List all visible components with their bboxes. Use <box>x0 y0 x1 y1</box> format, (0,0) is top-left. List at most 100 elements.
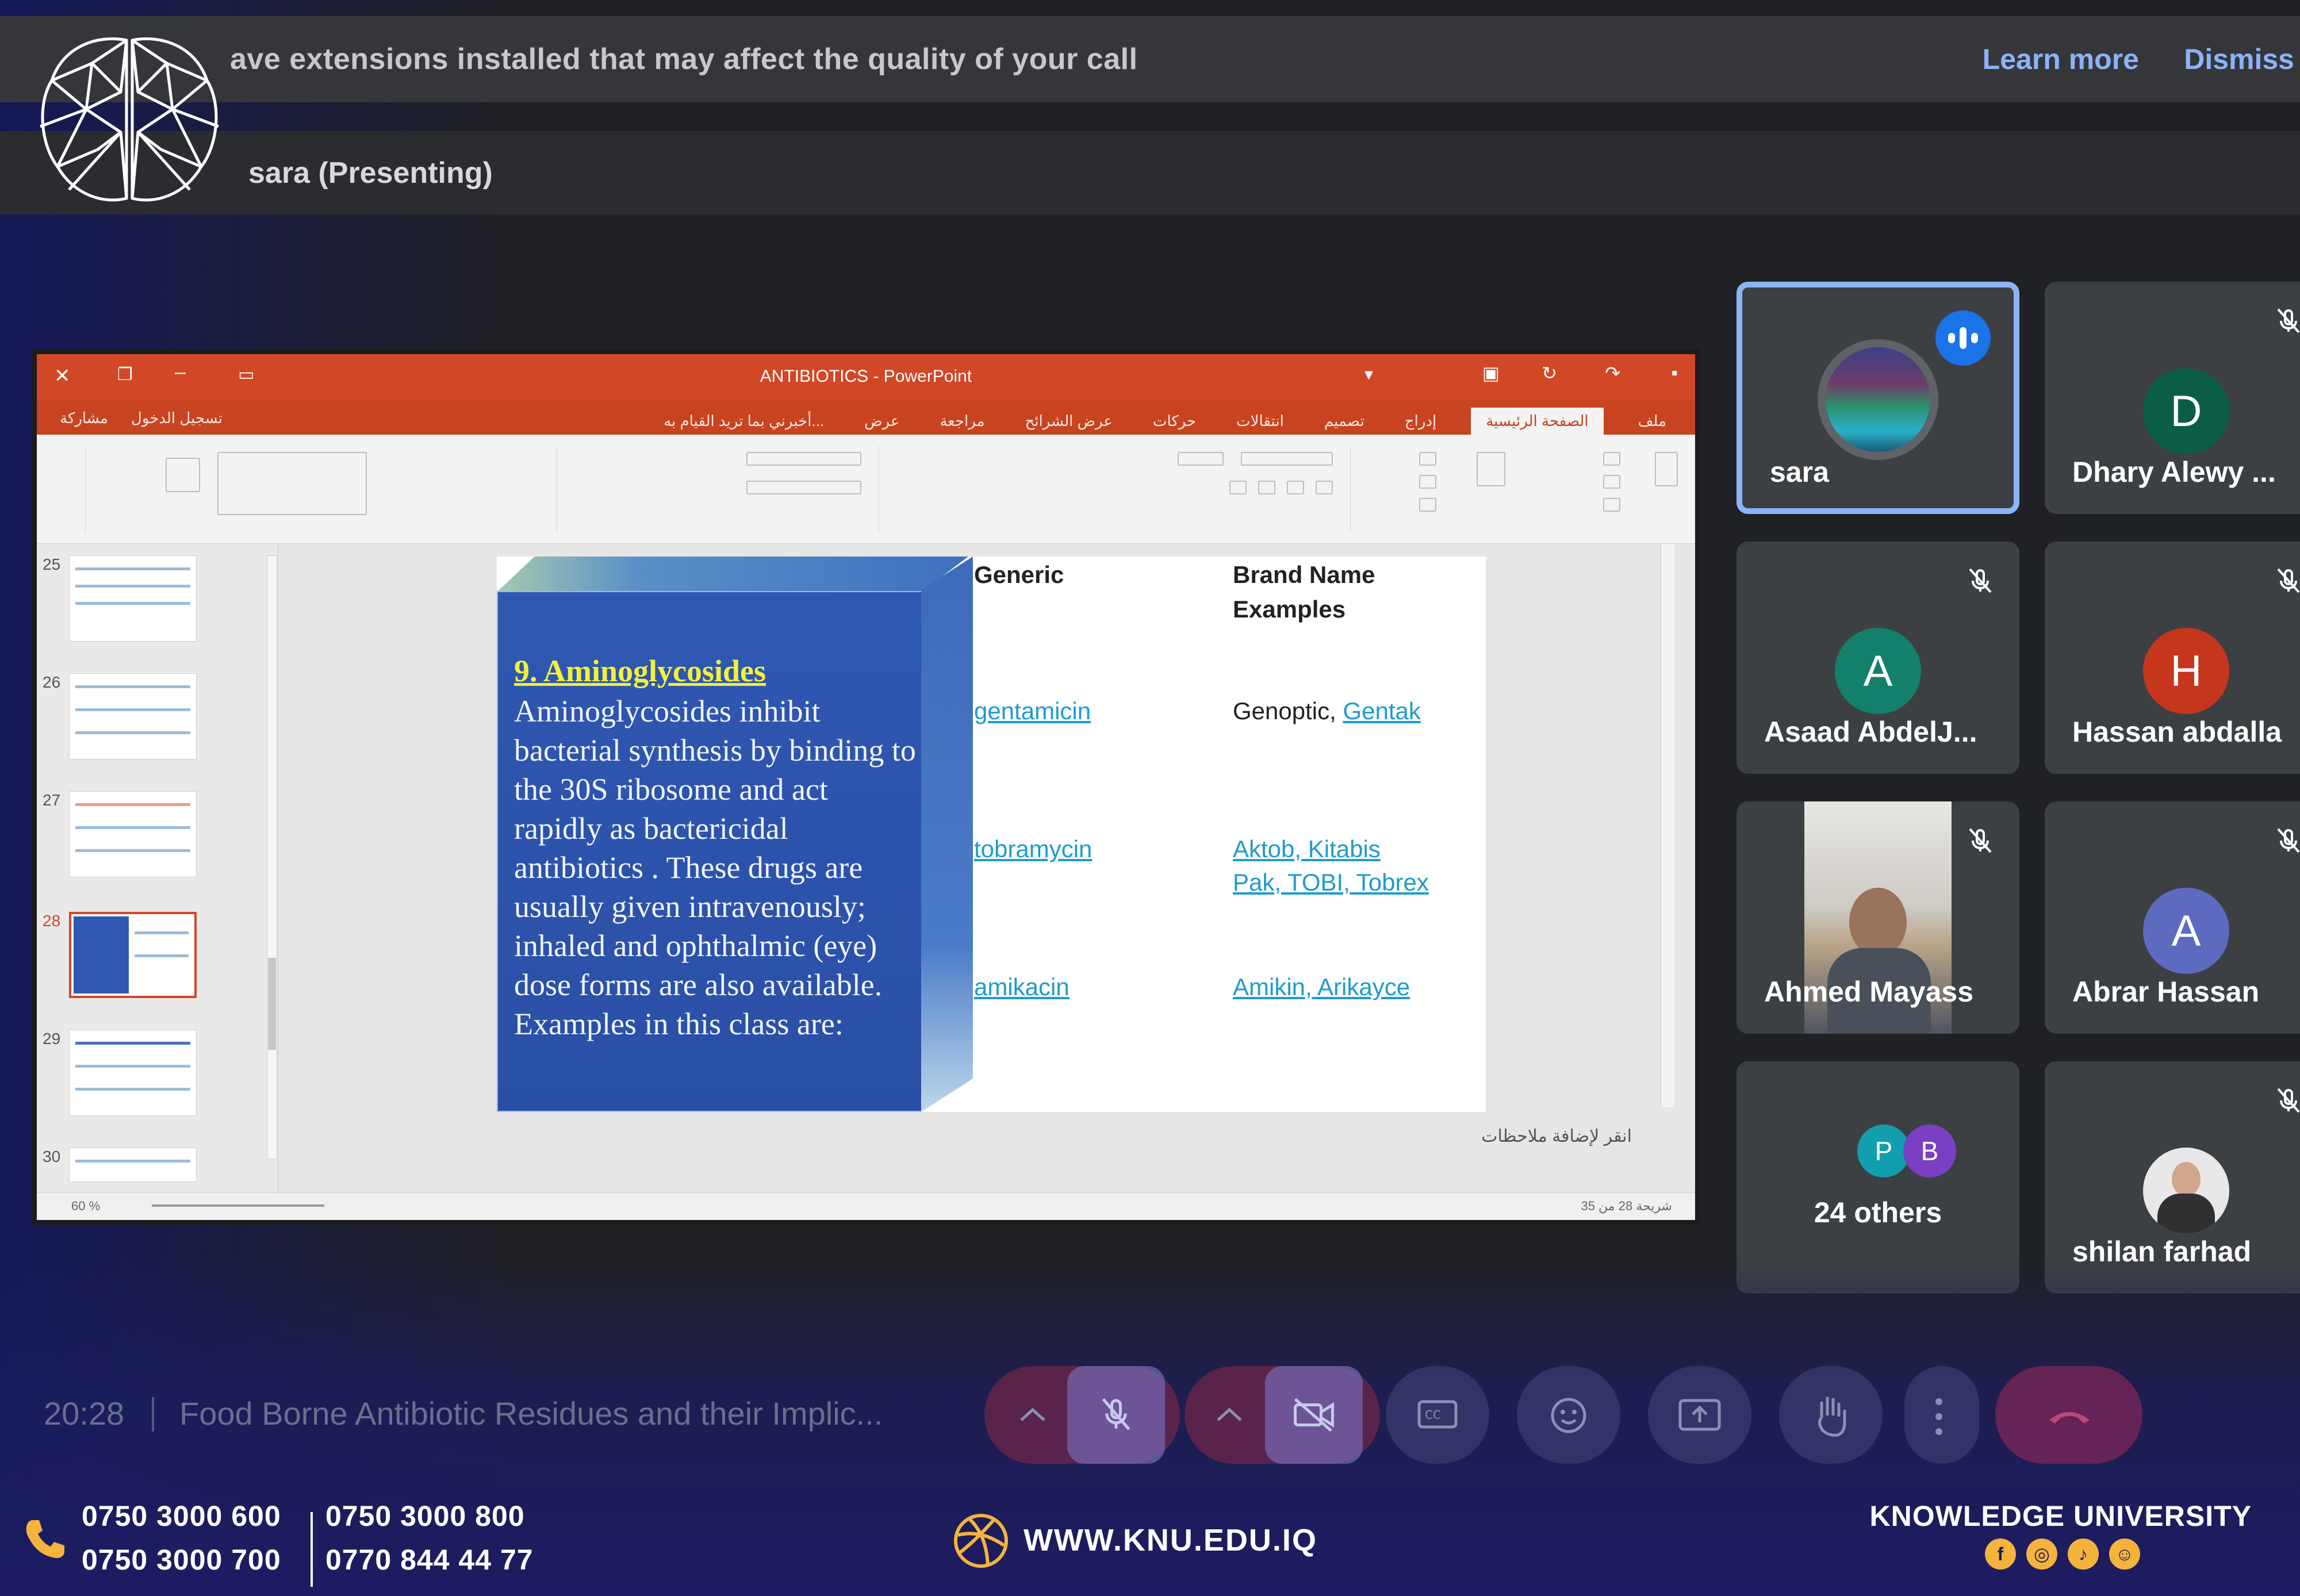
participant-tile-sara[interactable]: sara <box>1736 282 2019 514</box>
participant-tile-ahmed[interactable]: Ahmed Mayass <box>1736 801 2019 1034</box>
participant-name: Asaad AbdelJ... <box>1764 716 1977 748</box>
thumb-number: 29 <box>43 1030 61 1048</box>
mic-off-icon <box>2277 1088 2300 1113</box>
phone-number: 0750 3000 700 <box>82 1544 281 1576</box>
notes-placeholder[interactable]: انقر لإضافة ملاحظات <box>1481 1126 1632 1146</box>
participant-tile-shilan[interactable]: shilan farhad <box>2045 1061 2300 1294</box>
mic-off-icon <box>2277 308 2300 333</box>
col-header-brand-1: Brand Name <box>1233 561 1375 588</box>
tab-design[interactable]: تصميم <box>1318 408 1370 435</box>
paragraph-group <box>557 446 879 532</box>
qat-dropdown-icon[interactable]: ▾ <box>1364 365 1373 385</box>
cube-top-decoration <box>497 557 968 592</box>
thumb-number: 30 <box>43 1148 61 1165</box>
slide-counter: شريحة 28 من 35 <box>1581 1199 1672 1213</box>
avatar: P <box>1857 1125 1910 1177</box>
undo-icon[interactable]: ↷ <box>1605 362 1620 384</box>
brand-cell-row1: Genoptic, Gentak <box>1233 695 1421 728</box>
thumbnails-scroll-thumb[interactable] <box>268 958 276 1050</box>
zoom-slider[interactable] <box>152 1204 324 1207</box>
mic-off-icon <box>2277 828 2300 853</box>
slide-editing-area: 9. Aminoglycosides Aminoglycosides inhib… <box>278 544 1678 1192</box>
camera-off-icon <box>1294 1398 1334 1432</box>
extensions-warning-text: ave extensions installed that may affect… <box>230 43 1138 76</box>
dismiss-button[interactable]: Dismiss <box>2184 43 2294 76</box>
redo-icon[interactable]: ↻ <box>1542 362 1557 384</box>
others-count: 24 others <box>1814 1196 1942 1229</box>
tab-home[interactable]: الصفحة الرئيسية <box>1471 408 1604 435</box>
drawing-group <box>85 446 557 532</box>
participant-tile-abrar[interactable]: A Abrar Hassan <box>2045 801 2300 1034</box>
brand-row2-line1[interactable]: Aktob, Kitabis <box>1233 832 1381 866</box>
slide-thumbnail[interactable] <box>69 555 197 642</box>
slide-thumbnail-selected[interactable] <box>69 912 197 998</box>
avatar: A <box>2143 888 2229 974</box>
slide-thumbnail[interactable] <box>69 791 197 877</box>
hang-up-icon <box>2049 1412 2090 1424</box>
emoji-icon <box>1551 1398 1586 1433</box>
slide-thumbnail[interactable] <box>69 1148 197 1182</box>
zoom-level[interactable]: 60 % <box>71 1199 100 1214</box>
participant-name: sara <box>1770 456 1829 488</box>
tab-review[interactable]: مراجعة <box>934 408 990 435</box>
brand-plain-text: Genoptic, <box>1233 697 1343 724</box>
slideshow-icon[interactable]: ▣ <box>1482 362 1500 384</box>
meeting-separator <box>152 1397 154 1432</box>
tab-view[interactable]: عرض <box>858 408 905 435</box>
phone-number: 0750 3000 800 <box>325 1500 525 1532</box>
generic-tobramycin-link[interactable]: tobramycin <box>974 832 1092 866</box>
learn-more-link[interactable]: Learn more <box>1983 43 2139 76</box>
shared-powerpoint-window: ✕ ❐ – ▭ ANTIBIOTICS - PowerPoint ▾ ▣ ↻ ↷… <box>32 350 1700 1225</box>
extensions-warning-banner: ave extensions installed that may affect… <box>0 16 2300 102</box>
sign-in-link[interactable]: تسجيل الدخول <box>131 409 223 427</box>
mic-off-icon <box>1102 1398 1130 1430</box>
present-screen-icon <box>1678 1399 1721 1431</box>
facebook-icon[interactable]: f <box>1985 1539 2016 1570</box>
slide-thumbnail[interactable] <box>69 1030 197 1116</box>
share-button[interactable]: مشاركة <box>60 409 108 427</box>
participant-name: Ahmed Mayass <box>1764 976 1974 1008</box>
tab-slideshow[interactable]: عرض الشرائح <box>1019 408 1118 435</box>
tab-insert[interactable]: إدراج <box>1399 408 1442 435</box>
col-header-brand-2: Examples <box>1233 596 1346 623</box>
mic-off-icon <box>2277 568 2300 593</box>
tiktok-icon[interactable]: ♪ <box>2068 1539 2099 1570</box>
brand-row3-links[interactable]: Amikin, Arikayce <box>1233 970 1410 1004</box>
website-link[interactable]: WWW.KNU.EDU.IQ <box>1023 1522 1317 1558</box>
avatar: A <box>1835 628 1921 714</box>
university-name: KNOWLEDGE UNIVERSITY <box>1869 1500 2252 1532</box>
participant-tile-others[interactable]: P B 24 others <box>1736 1061 2019 1294</box>
participant-tile-asaad[interactable]: A Asaad AbdelJ... <box>1736 542 2019 774</box>
instagram-icon[interactable]: ◎ <box>2026 1539 2057 1570</box>
chevron-up-icon[interactable] <box>1017 1403 1049 1426</box>
avatar: D <box>2143 368 2229 454</box>
tell-me-box[interactable]: أخبرني بما تريد القيام به... <box>658 408 830 435</box>
ppt-status-bar: 60 % شريحة 28 من 35 <box>37 1192 1695 1220</box>
tab-file[interactable]: ملف <box>1632 408 1672 435</box>
slide-scrollbar[interactable] <box>1661 544 1674 1107</box>
participant-tile-hassan[interactable]: H Hassan abdalla <box>2045 542 2300 774</box>
thumbnails-scrollbar[interactable] <box>267 555 277 1159</box>
slide-thumbnail[interactable] <box>69 673 197 759</box>
current-slide: 9. Aminoglycosides Aminoglycosides inhib… <box>497 557 1486 1112</box>
presenting-bar: sara (Presenting) <box>0 131 2300 214</box>
thumb-number: 26 <box>43 673 61 691</box>
mic-off-icon <box>1969 828 1992 853</box>
save-icon[interactable]: ▪ <box>1672 362 1678 383</box>
slide-heading: 9. Aminoglycosides <box>514 654 766 688</box>
tab-animations[interactable]: حركات <box>1147 408 1202 435</box>
hand-icon <box>1818 1397 1846 1437</box>
participant-name: Hassan abdalla <box>2072 716 2282 748</box>
snapchat-icon[interactable]: ☺ <box>2109 1539 2140 1570</box>
ppt-titlebar: ✕ ❐ – ▭ ANTIBIOTICS - PowerPoint ▾ ▣ ↻ ↷… <box>37 354 1695 400</box>
cube-side-decoration <box>921 557 973 1112</box>
tab-transitions[interactable]: انتقالات <box>1230 408 1290 435</box>
phone-icon <box>26 1520 64 1558</box>
chevron-up-icon[interactable] <box>1213 1403 1245 1426</box>
generic-gentamicin-link[interactable]: gentamicin <box>974 695 1091 728</box>
participant-tile-dhary[interactable]: D Dhary Alewy ... <box>2045 282 2300 514</box>
brand-gentak-link[interactable]: Gentak <box>1343 697 1420 724</box>
brand-row2-line2[interactable]: Pak, TOBI, Tobrex <box>1233 866 1429 899</box>
phone-number: 0750 3000 600 <box>82 1500 281 1532</box>
generic-amikacin-link[interactable]: amikacin <box>974 970 1070 1004</box>
